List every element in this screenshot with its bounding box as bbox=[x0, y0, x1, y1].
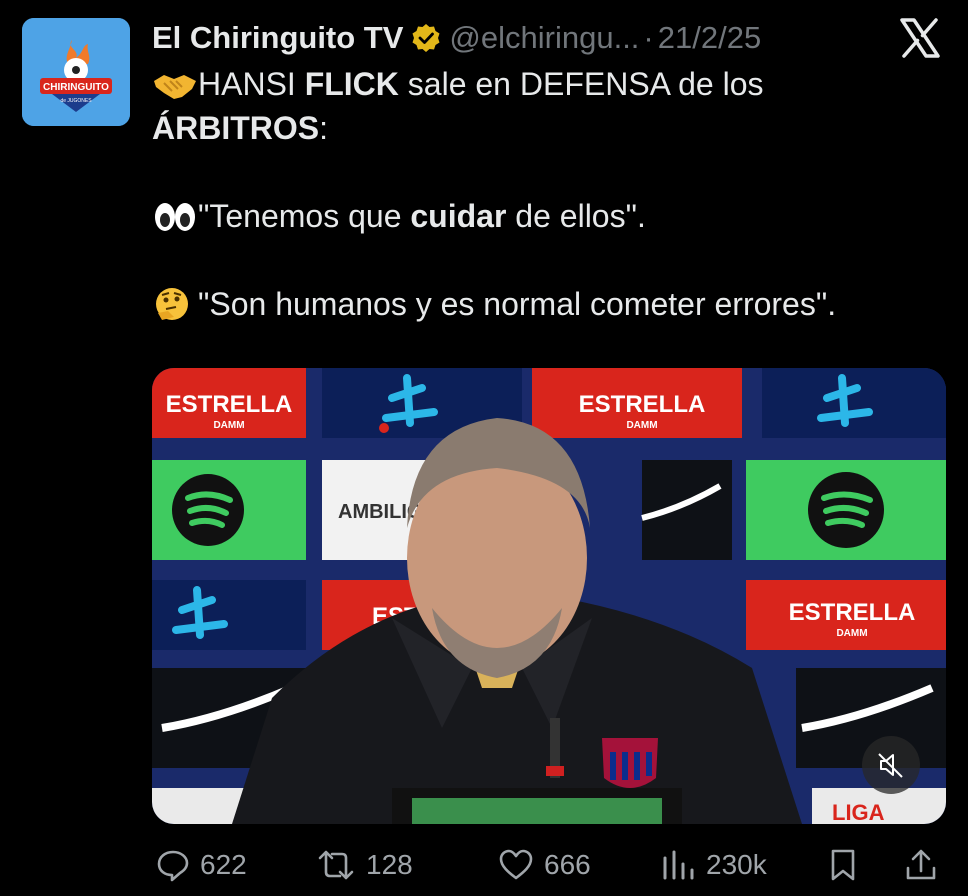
tweet-line-4-text: "Son humanos y es normal cometer errores… bbox=[198, 286, 837, 322]
tweet-line-1-post: sale en DEFENSA de los bbox=[398, 66, 764, 102]
tweet-line-3-post: de ellos". bbox=[506, 198, 646, 234]
tweet-video[interactable]: ESTRELLA DAMM ESTRELLA DAMM AMBILIGH EST… bbox=[152, 368, 946, 824]
repost-button[interactable]: 128 bbox=[316, 840, 413, 890]
avatar[interactable]: CHIRINGUITO de JUGONES bbox=[22, 18, 130, 126]
share-button[interactable] bbox=[904, 840, 948, 890]
author-name[interactable]: El Chiringuito TV bbox=[152, 20, 403, 56]
share-icon bbox=[906, 849, 936, 880]
tweet-line-1-bold: FLICK bbox=[304, 66, 399, 102]
action-bar: 622 128 666 230k bbox=[152, 840, 952, 890]
views-button[interactable]: 230k bbox=[660, 840, 767, 890]
author-handle[interactable]: @elchiringu... bbox=[449, 20, 639, 56]
views-count: 230k bbox=[706, 849, 767, 880]
tweet-line-1-pre: HANSI bbox=[198, 66, 305, 102]
x-logo-icon[interactable] bbox=[898, 16, 942, 60]
like-count: 666 bbox=[544, 849, 591, 880]
tweet-line-2: ÁRBITROS: bbox=[152, 106, 952, 150]
mute-icon bbox=[878, 753, 903, 778]
sponsor-damm-3: DAMM bbox=[836, 628, 867, 639]
tweet-line-3: "Tenemos que cuidar de ellos". bbox=[152, 194, 952, 238]
avatar-logo-text: CHIRINGUITO bbox=[43, 82, 109, 93]
like-icon bbox=[499, 849, 533, 880]
verified-badge-icon bbox=[411, 23, 441, 53]
reply-button[interactable]: 622 bbox=[156, 840, 247, 890]
handshake-emoji-icon bbox=[152, 68, 198, 100]
video-frame: ESTRELLA DAMM ESTRELLA DAMM AMBILIGH EST… bbox=[152, 368, 946, 824]
tweet-text: HANSI FLICK sale en DEFENSA de los ÁRBIT… bbox=[152, 62, 952, 326]
avatar-logo-subtext: de JUGONES bbox=[60, 98, 92, 104]
reply-count: 622 bbox=[200, 849, 247, 880]
mute-button[interactable] bbox=[862, 736, 920, 794]
tweet-line-1: HANSI FLICK sale en DEFENSA de los bbox=[152, 62, 952, 106]
tweet-date[interactable]: 21/2/25 bbox=[658, 20, 761, 56]
tweet-line-4: "Son humanos y es normal cometer errores… bbox=[152, 282, 952, 326]
tweet-line-2-bold: ÁRBITROS bbox=[152, 110, 320, 146]
reply-icon bbox=[157, 850, 189, 882]
bookmark-icon bbox=[831, 849, 855, 881]
tweet-header: El Chiringuito TV @elchiringu... · 21/2/… bbox=[152, 14, 948, 62]
repost-count: 128 bbox=[366, 849, 413, 880]
like-button[interactable]: 666 bbox=[498, 840, 591, 890]
tweet-line-3-pre: "Tenemos que bbox=[198, 198, 411, 234]
tweet-line-3-bold: cuidar bbox=[410, 198, 507, 234]
bookmark-button[interactable] bbox=[828, 840, 868, 890]
separator-dot: · bbox=[643, 20, 654, 55]
repost-icon bbox=[318, 850, 354, 880]
sponsor-estrella-2: ESTRELLA bbox=[579, 391, 706, 418]
sponsor-estrella-1: ESTRELLA bbox=[166, 391, 293, 418]
eyes-emoji-icon bbox=[152, 200, 198, 232]
sponsor-damm-1: DAMM bbox=[213, 420, 244, 431]
sponsor-estrella-3: ESTRELLA bbox=[789, 599, 916, 626]
thinking-emoji-icon bbox=[152, 287, 198, 320]
views-icon bbox=[663, 850, 694, 880]
sponsor-damm-2: DAMM bbox=[626, 420, 657, 431]
sponsor-liga: LIGA bbox=[832, 800, 885, 824]
tweet-line-2-post: : bbox=[319, 110, 328, 146]
